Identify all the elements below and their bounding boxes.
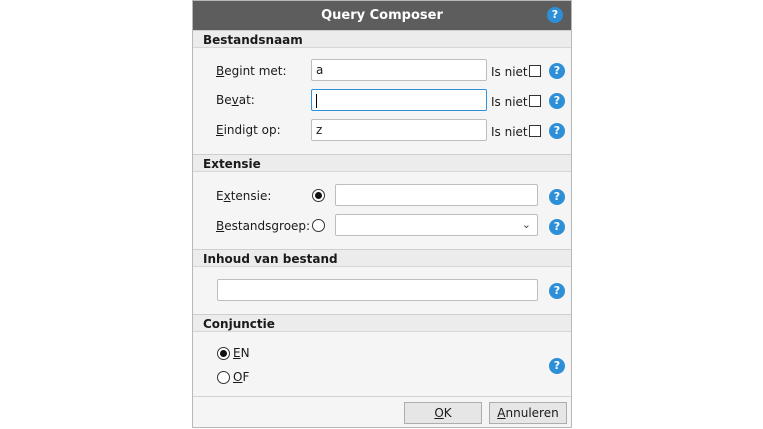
extensie-radio[interactable] bbox=[312, 189, 325, 202]
begint-met-is-niet-checkbox[interactable] bbox=[529, 65, 541, 77]
extensie-label: Extensie: bbox=[216, 189, 272, 203]
eindigt-op-label: Eindigt op: bbox=[216, 123, 281, 137]
eindigt-op-is-niet-label: Is niet bbox=[491, 125, 528, 139]
section-header-bestandsnaam: Bestandsnaam bbox=[193, 30, 571, 48]
help-icon[interactable]: ? bbox=[549, 93, 565, 109]
eindigt-op-input[interactable]: z bbox=[311, 119, 487, 141]
conjunctie-of-radio[interactable] bbox=[217, 371, 230, 384]
conjunctie-en-label: EN bbox=[233, 346, 250, 360]
begint-met-label: Begint met: bbox=[216, 64, 287, 78]
begint-met-is-niet-label: Is niet bbox=[491, 65, 528, 79]
help-icon[interactable]: ? bbox=[549, 63, 565, 79]
query-composer-dialog: Query Composer ? Bestandsnaam Begint met… bbox=[192, 0, 572, 428]
eindigt-op-is-niet-checkbox[interactable] bbox=[529, 125, 541, 137]
dialog-title: Query Composer bbox=[321, 8, 443, 23]
inhoud-input[interactable] bbox=[217, 279, 538, 301]
begint-met-input[interactable]: a bbox=[311, 59, 487, 81]
annuleren-button[interactable]: Annuleren bbox=[489, 402, 567, 424]
text-caret bbox=[316, 93, 317, 108]
section-header-inhoud: Inhoud van bestand bbox=[193, 249, 571, 267]
help-icon[interactable]: ? bbox=[547, 7, 563, 23]
bevat-is-niet-label: Is niet bbox=[491, 95, 528, 109]
help-icon[interactable]: ? bbox=[549, 219, 565, 235]
conjunctie-of-label: OF bbox=[233, 370, 250, 384]
conjunctie-en-radio[interactable] bbox=[217, 347, 230, 360]
bevat-is-niet-checkbox[interactable] bbox=[529, 95, 541, 107]
help-icon[interactable]: ? bbox=[549, 123, 565, 139]
extensie-input[interactable] bbox=[335, 184, 538, 206]
footer-divider bbox=[193, 396, 571, 397]
help-icon[interactable]: ? bbox=[549, 283, 565, 299]
help-icon[interactable]: ? bbox=[549, 189, 565, 205]
bestandsgroep-select[interactable]: ⌄ bbox=[335, 214, 538, 236]
bestandsgroep-radio[interactable] bbox=[312, 219, 325, 232]
chevron-down-icon: ⌄ bbox=[521, 218, 531, 231]
help-icon[interactable]: ? bbox=[549, 358, 565, 374]
bestandsgroep-label: Bestandsgroep: bbox=[216, 219, 311, 233]
dialog-titlebar: Query Composer ? bbox=[193, 1, 571, 30]
bevat-input[interactable] bbox=[311, 89, 487, 111]
section-header-conjunctie: Conjunctie bbox=[193, 314, 571, 332]
bevat-label: Bevat: bbox=[216, 93, 255, 107]
ok-button[interactable]: OK bbox=[404, 402, 482, 424]
section-header-extensie: Extensie bbox=[193, 154, 571, 172]
